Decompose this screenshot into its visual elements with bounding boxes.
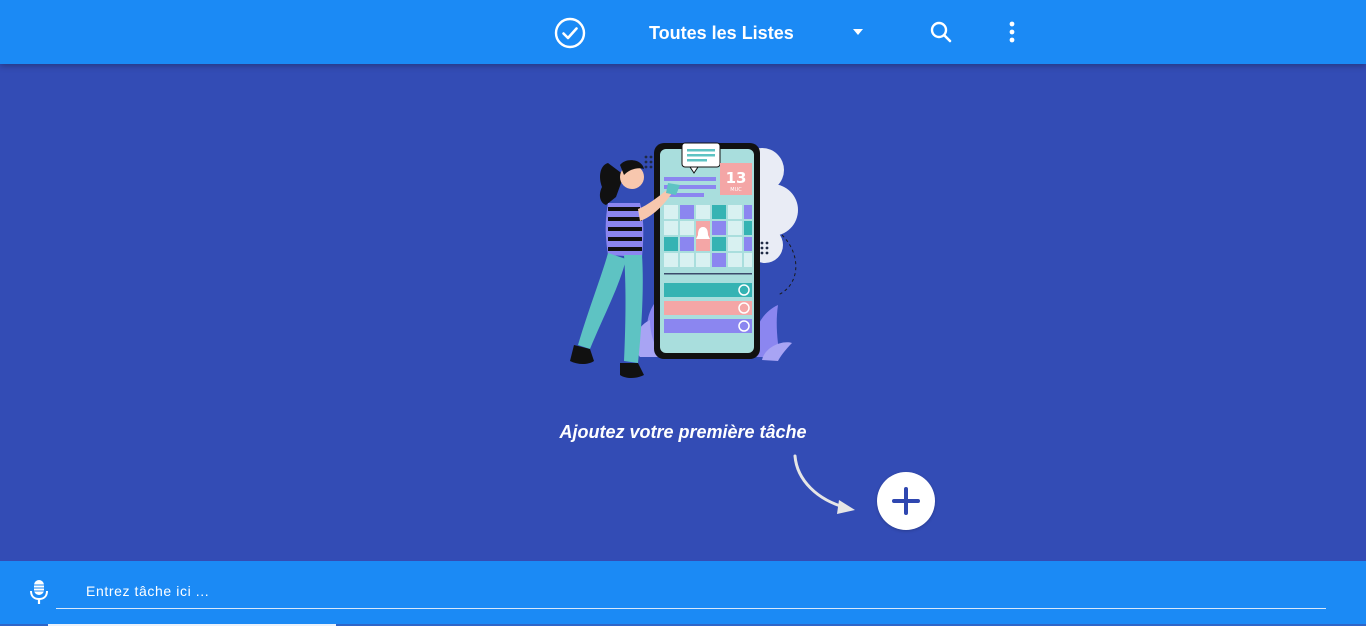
task-input-bar — [0, 561, 1366, 626]
calendar-badge-number: 13 — [726, 169, 747, 187]
check-circle-icon[interactable] — [553, 16, 587, 50]
top-toolbar: Toutes les Listes — [0, 0, 1366, 64]
add-task-button[interactable] — [877, 472, 935, 530]
empty-state-message: Ajoutez votre première tâche — [559, 422, 807, 442]
task-input[interactable] — [56, 573, 1326, 609]
empty-state-illustration: 13 MUC — [550, 135, 810, 390]
curved-arrow-icon — [785, 450, 865, 518]
plus-icon — [892, 487, 920, 515]
calendar-badge-sub: MUC — [730, 187, 742, 193]
microphone-icon[interactable] — [28, 578, 50, 606]
list-selector-title[interactable]: Toutes les Listes — [649, 21, 794, 45]
caret-down-icon[interactable] — [849, 24, 867, 40]
search-icon[interactable] — [928, 19, 954, 45]
more-vertical-icon[interactable] — [1000, 18, 1024, 46]
